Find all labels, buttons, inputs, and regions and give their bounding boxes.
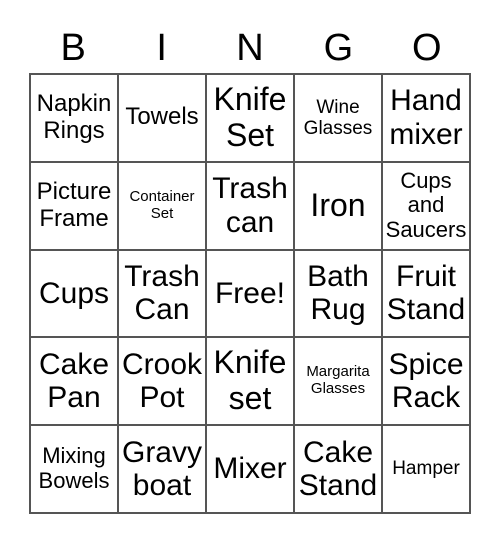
header-letter-g: G (323, 27, 354, 69)
bingo-cell[interactable]: Iron (294, 161, 382, 250)
bingo-cell[interactable]: Mixer (206, 425, 294, 513)
bingo-cell[interactable]: Gravy boat (118, 425, 206, 513)
bingo-cell[interactable]: Napkin Rings (30, 74, 118, 162)
bingo-cell[interactable]: Picture Frame (30, 161, 118, 250)
bingo-cell[interactable]: Knife set (206, 337, 294, 426)
header-letter-n: N (236, 27, 264, 69)
bingo-cell[interactable]: Knife Set (206, 74, 294, 162)
bingo-cell[interactable]: Hamper (382, 425, 470, 513)
bingo-cell[interactable]: Cups (30, 249, 118, 338)
bingo-cell[interactable]: Bath Rug (294, 249, 382, 338)
bingo-cell[interactable]: Mixing Bowels (30, 425, 118, 513)
bingo-cell[interactable]: Wine Glasses (294, 74, 382, 162)
bingo-cell[interactable]: Cups and Saucers (382, 161, 470, 250)
free-space-cell[interactable]: Free! (206, 249, 294, 338)
bingo-cell[interactable]: Trash Can (118, 249, 206, 338)
bingo-cell[interactable]: Cake Stand (294, 425, 382, 513)
header-letter-b: B (60, 27, 86, 69)
bingo-cell[interactable]: Crook Pot (118, 337, 206, 426)
bingo-cell[interactable]: Fruit Stand (382, 249, 470, 338)
bingo-cell[interactable]: Towels (118, 74, 206, 162)
bingo-cell[interactable]: Trash can (206, 161, 294, 250)
bingo-cell[interactable]: Spice Rack (382, 337, 470, 426)
bingo-cell[interactable]: Margarita Glasses (294, 337, 382, 426)
header-letter-i: I (156, 27, 167, 69)
bingo-cell[interactable]: Container Set (118, 161, 206, 250)
bingo-cell[interactable]: Hand mixer (382, 74, 470, 162)
bingo-header: B I N G O (29, 26, 471, 70)
header-letter-o: O (412, 27, 442, 69)
bingo-cell[interactable]: Cake Pan (30, 337, 118, 426)
bingo-grid: Napkin Rings Towels Knife Set Wine Glass… (29, 73, 471, 514)
